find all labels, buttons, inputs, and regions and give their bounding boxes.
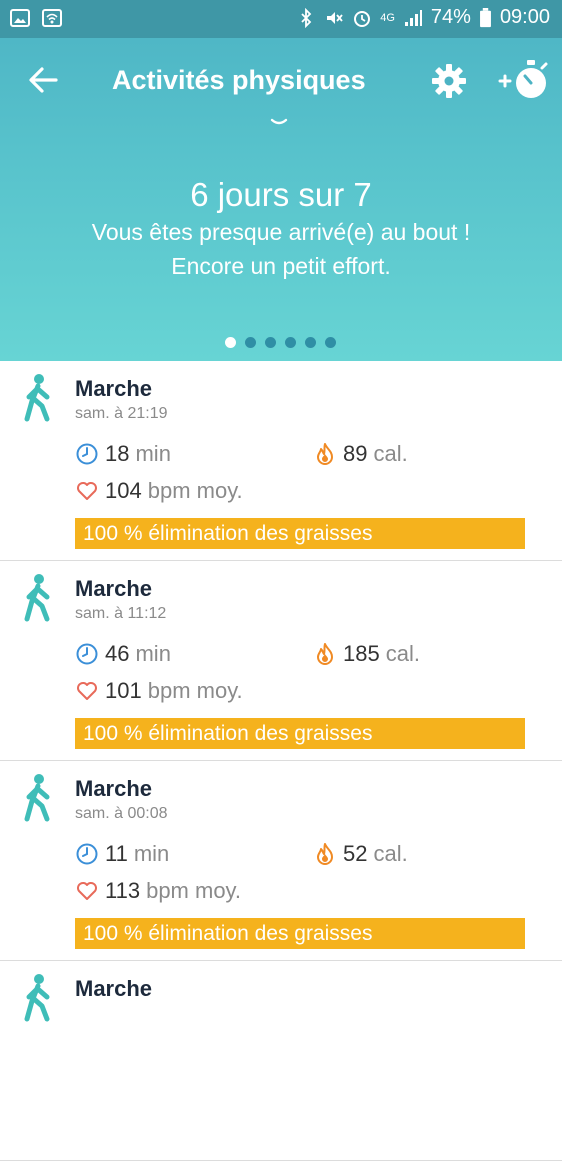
clock-icon (76, 443, 98, 465)
flame-icon (317, 843, 333, 865)
walking-person-icon (24, 774, 50, 822)
duration-unit: min (133, 841, 170, 866)
walking-person-icon (24, 574, 50, 622)
fat-burn-bar: 100 % élimination des graisses (75, 518, 525, 549)
activity-name: Marche (75, 376, 153, 401)
calories-value: 89 (343, 441, 368, 466)
fat-burn-bar: 100 % élimination des graisses (75, 718, 525, 749)
image-notification-icon (10, 9, 30, 27)
activity-card[interactable]: Marche sam. à 21:19 18 min 89 cal. 104 b… (0, 361, 562, 561)
calories-stat: 52 cal. (313, 841, 408, 867)
duration-unit: min (135, 441, 171, 466)
heart-icon (77, 482, 97, 500)
page-dot[interactable] (325, 337, 336, 348)
mute-icon (327, 11, 343, 24)
battery-icon (479, 7, 491, 27)
wifi-notification-icon (42, 9, 62, 27)
summary-message-1: Vous êtes presque arrivé(e) au bout ! (91, 219, 471, 245)
summary-message-2: Encore un petit effort. (171, 253, 391, 279)
flame-icon (317, 443, 333, 465)
activity-card[interactable]: Marche (0, 961, 562, 1161)
page-dot[interactable] (265, 337, 276, 348)
bluetooth-icon (301, 7, 312, 28)
duration-stat: 46 min (75, 641, 171, 667)
duration-unit: min (135, 641, 171, 666)
calories-unit: cal. (385, 641, 420, 666)
activity-time: sam. à 11:12 (75, 605, 167, 622)
heart-icon (77, 682, 97, 700)
calories-stat: 89 cal. (313, 441, 408, 467)
activity-time: sam. à 21:19 (75, 405, 168, 422)
network-type: 4G (380, 11, 395, 24)
duration-value: 18 (105, 441, 130, 466)
activity-name: Marche (75, 576, 153, 601)
app-toolbar: Activités physiques (0, 38, 562, 124)
heart-rate-stat: 113 bpm moy. (75, 878, 241, 904)
page-dot[interactable] (245, 337, 256, 348)
page-dot[interactable] (285, 337, 296, 348)
walking-person-icon (24, 374, 50, 422)
heart-rate-value: 101 (105, 678, 142, 703)
alarm-icon (354, 10, 371, 27)
activity-list: Marche sam. à 21:19 18 min 89 cal. 104 b… (0, 361, 562, 1161)
calories-unit: cal. (373, 841, 408, 866)
add-timer-icon[interactable] (498, 54, 552, 104)
activity-card[interactable]: Marche sam. à 11:12 46 min 185 cal. 101 … (0, 561, 562, 761)
calories-value: 52 (343, 841, 368, 866)
heart-rate-stat: 104 bpm moy. (75, 478, 243, 504)
activity-name: Marche (75, 776, 153, 801)
duration-value: 11 (105, 841, 128, 866)
activity-time: sam. à 00:08 (75, 805, 168, 822)
heart-rate-unit: bpm moy. (147, 478, 243, 503)
clock-icon (76, 843, 98, 865)
chevron-down-icon (270, 118, 288, 125)
gear-icon[interactable] (428, 60, 470, 102)
heart-icon (77, 882, 97, 900)
heart-rate-value: 104 (105, 478, 142, 503)
back-arrow-icon[interactable] (26, 62, 62, 98)
signal-icon (404, 9, 422, 26)
activity-card[interactable]: Marche sam. à 00:08 11 min 52 cal. 113 b… (0, 761, 562, 961)
header-banner: 4G 74% 09:00 Activités physiques 6 jours… (0, 0, 562, 361)
status-bar: 4G 74% 09:00 (0, 0, 562, 38)
duration-stat: 11 min (75, 841, 169, 867)
page-title: Activités physiques (112, 65, 366, 95)
duration-value: 46 (105, 641, 130, 666)
page-dot[interactable] (225, 337, 236, 348)
heart-rate-stat: 101 bpm moy. (75, 678, 243, 704)
page-indicator[interactable] (225, 337, 336, 348)
weekly-summary: 6 jours sur 7 Vous êtes presque arrivé(e… (0, 175, 562, 283)
page-dot[interactable] (305, 337, 316, 348)
calories-value: 185 (343, 641, 380, 666)
fat-burn-bar: 100 % élimination des graisses (75, 918, 525, 949)
summary-headline: 6 jours sur 7 (190, 176, 372, 213)
heart-rate-unit: bpm moy. (146, 878, 242, 903)
clock-time: 09:00 (499, 6, 550, 28)
flame-icon (317, 643, 333, 665)
clock-icon (76, 643, 98, 665)
activity-name: Marche (75, 976, 153, 1001)
heart-rate-value: 113 (105, 878, 141, 903)
walking-person-icon (24, 974, 50, 1022)
duration-stat: 18 min (75, 441, 171, 467)
battery-percent: 74% (430, 6, 471, 28)
calories-unit: cal. (373, 441, 408, 466)
calories-stat: 185 cal. (313, 641, 420, 667)
heart-rate-unit: bpm moy. (147, 678, 243, 703)
